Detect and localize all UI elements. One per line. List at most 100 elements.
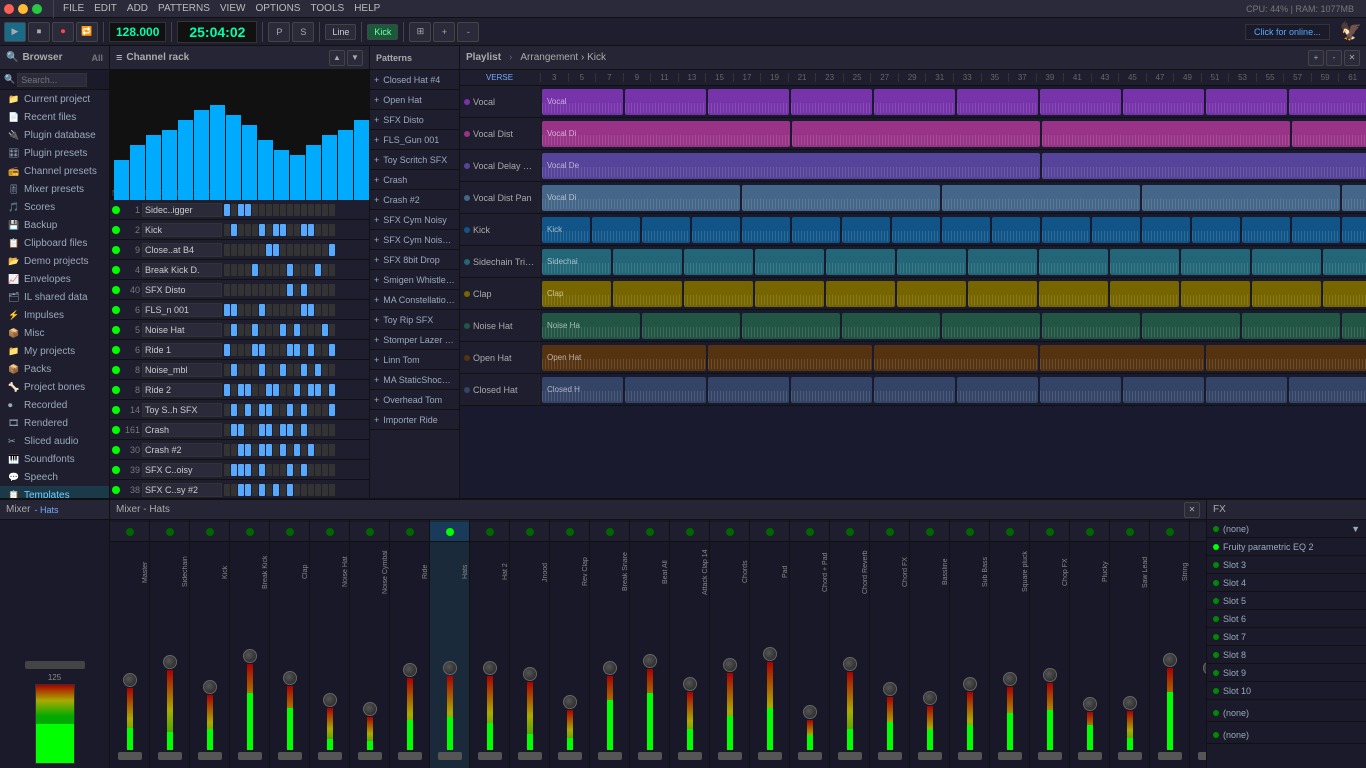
ch-pad[interactable] (287, 384, 293, 396)
ch-pad[interactable] (301, 364, 307, 376)
ch-pad[interactable] (315, 344, 321, 356)
mixer-ch-led[interactable] (726, 528, 734, 536)
ch-pad[interactable] (294, 364, 300, 376)
mixer-ch-knob[interactable] (843, 657, 857, 671)
ch-pad[interactable] (329, 384, 335, 396)
ch-pad[interactable] (266, 204, 272, 216)
track-block[interactable] (968, 281, 1037, 307)
ch-pad[interactable] (329, 364, 335, 376)
mixer-ch-led[interactable] (406, 528, 414, 536)
ch-pad[interactable] (280, 284, 286, 296)
track-block[interactable] (708, 89, 789, 115)
ch-pad[interactable] (301, 264, 307, 276)
ch-name[interactable]: Crash #2 (142, 443, 222, 457)
mixer-ch-knob[interactable] (443, 661, 457, 675)
ch-pad[interactable] (308, 364, 314, 376)
track-block[interactable] (742, 217, 790, 243)
ch-pad[interactable] (322, 484, 328, 496)
ch-pad[interactable] (259, 384, 265, 396)
track-block[interactable] (1042, 153, 1366, 179)
ch-pad[interactable] (322, 324, 328, 336)
mixer-ch-led[interactable] (326, 528, 334, 536)
ch-pad[interactable] (315, 424, 321, 436)
ch-pad[interactable] (308, 284, 314, 296)
ch-pad[interactable] (329, 404, 335, 416)
ch-pad[interactable] (259, 304, 265, 316)
ch-pad[interactable] (308, 344, 314, 356)
menu-tools[interactable]: TOOLS (306, 3, 348, 14)
mixer-ch-led[interactable] (846, 528, 854, 536)
ch-pad[interactable] (287, 264, 293, 276)
ch-pad[interactable] (280, 384, 286, 396)
ch-pad[interactable] (224, 224, 230, 236)
stop-button[interactable]: ⏹ (28, 22, 50, 42)
ch-pad[interactable] (259, 404, 265, 416)
track-block[interactable] (874, 89, 955, 115)
master-volume-slider[interactable] (25, 661, 85, 669)
mixer-ch-fader[interactable] (878, 752, 902, 760)
track-block[interactable] (1342, 185, 1366, 211)
ch-pad[interactable] (224, 244, 230, 256)
ch-pad[interactable] (231, 304, 237, 316)
mixer-ch-fader[interactable] (398, 752, 422, 760)
ch-pad[interactable] (238, 304, 244, 316)
ch-pad[interactable] (322, 264, 328, 276)
track-block[interactable] (826, 281, 895, 307)
ch-pad[interactable] (266, 444, 272, 456)
track-block[interactable]: Sidechai (542, 249, 611, 275)
ch-pad[interactable] (322, 424, 328, 436)
track-block[interactable] (1042, 217, 1090, 243)
track-block[interactable] (1092, 217, 1140, 243)
ch-pad[interactable] (329, 444, 335, 456)
mixer-ch-led[interactable] (1086, 528, 1094, 536)
track-block[interactable] (897, 281, 966, 307)
mixer-ch-knob[interactable] (123, 673, 137, 687)
ch-pad[interactable] (280, 364, 286, 376)
ch-pad[interactable] (287, 424, 293, 436)
sidebar-item-mixer-presets[interactable]: 🎚Mixer presets (0, 180, 109, 198)
mixer-ch-led[interactable] (766, 528, 774, 536)
ch-pad[interactable] (245, 384, 251, 396)
ch-pad[interactable] (273, 364, 279, 376)
ch-pad[interactable] (294, 204, 300, 216)
ch-pad[interactable] (294, 264, 300, 276)
bpm-display[interactable]: 128.000 (109, 22, 166, 42)
mixer-ch-fader[interactable] (638, 752, 662, 760)
ch-pad[interactable] (308, 464, 314, 476)
mixer-ch-fader[interactable] (838, 752, 862, 760)
ch-pad[interactable] (315, 284, 321, 296)
track-block[interactable] (1142, 217, 1190, 243)
track-block[interactable] (1206, 377, 1287, 403)
ch-pad[interactable] (308, 404, 314, 416)
ch-pad[interactable] (252, 224, 258, 236)
ch-pad[interactable] (315, 444, 321, 456)
ch-pad[interactable] (308, 324, 314, 336)
track-block[interactable] (1342, 217, 1366, 243)
track-block[interactable] (1181, 281, 1250, 307)
mixer-ch-led[interactable] (1006, 528, 1014, 536)
pattern-mode-btn[interactable]: P (268, 22, 290, 42)
track-block[interactable] (826, 249, 895, 275)
sidebar-item-recorded[interactable]: ⏺Recorded (0, 396, 109, 414)
ch-pad[interactable] (238, 284, 244, 296)
mixer-channel[interactable]: Square pluck (990, 520, 1030, 768)
sidebar-item-plugin-presets[interactable]: 🎛Plugin presets (0, 144, 109, 162)
ch-pad[interactable] (224, 444, 230, 456)
ch-pad[interactable] (308, 484, 314, 496)
ch-pad[interactable] (259, 424, 265, 436)
channel-row[interactable]: 6 Ride 1 (110, 340, 369, 360)
mixer-ch-led[interactable] (566, 528, 574, 536)
mixer-ch-fader[interactable] (1198, 752, 1207, 760)
ch-pad[interactable] (224, 464, 230, 476)
menu-help[interactable]: HELP (350, 3, 384, 14)
pattern-list-item[interactable]: + SFX Cym Noisy #2 (370, 230, 459, 250)
ch-pad[interactable] (315, 404, 321, 416)
ch-pad[interactable] (287, 364, 293, 376)
track-block[interactable] (874, 377, 955, 403)
track-block[interactable] (592, 217, 640, 243)
sidebar-item-recent-files[interactable]: 📄Recent files (0, 108, 109, 126)
ch-pad[interactable] (280, 444, 286, 456)
sidebar-item-my-projects[interactable]: 📁My projects (0, 342, 109, 360)
ch-pad[interactable] (224, 424, 230, 436)
track-block[interactable] (1142, 185, 1340, 211)
